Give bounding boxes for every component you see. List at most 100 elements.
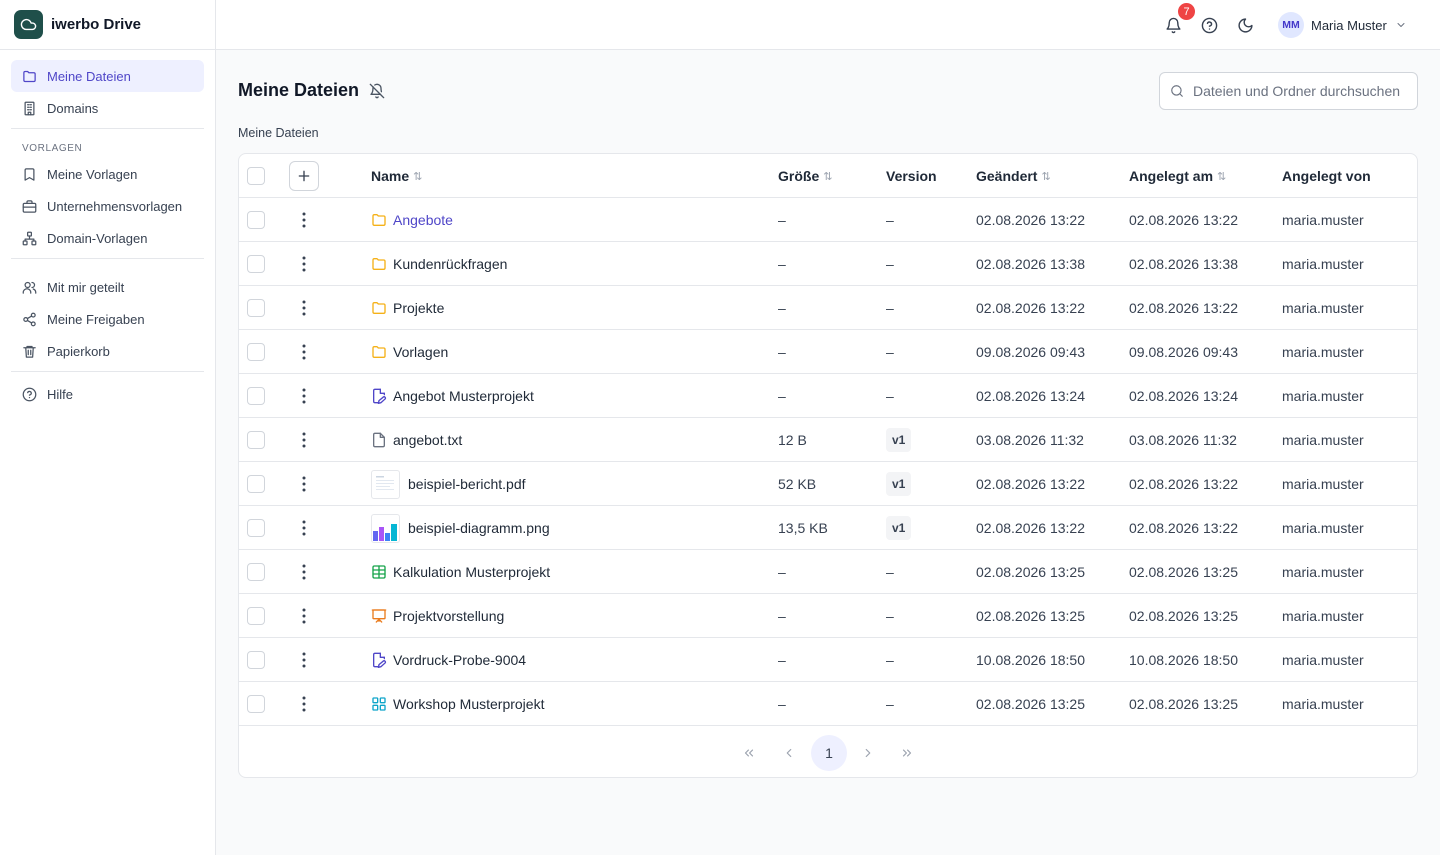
column-header-name[interactable]: Name ⇅ [371,154,422,198]
more-vertical-icon[interactable] [297,343,311,361]
previous-page-icon[interactable] [771,735,807,771]
table-row[interactable]: beispiel-bericht.pdf 52 KB v1 02.08.2026 13… [239,462,1417,506]
file-name-link[interactable]: Projekte [371,300,444,316]
row-checkbox[interactable] [247,255,265,273]
row-checkbox[interactable] [247,387,265,405]
file-name: Vorlagen [393,344,449,360]
table-row[interactable]: Workshop Musterprojekt – – 02.08.2026 13:25… [239,682,1417,726]
users-icon [21,279,37,295]
cloud-logo-icon [14,10,43,39]
sidebar-item-label: Meine Dateien [47,68,131,84]
file-name-link[interactable]: Angebote [371,212,453,228]
sidebar-item-meine-dateien[interactable]: Meine Dateien [11,60,204,92]
table-row[interactable]: Kalkulation Musterprojekt – – 02.08.2026 13… [239,550,1417,594]
file-name-link[interactable]: Vordruck-Probe-9004 [371,652,526,668]
page-button-current[interactable]: 1 [811,735,847,771]
row-checkbox[interactable] [247,343,265,361]
table-row[interactable]: Kundenrückfragen – – 02.08.2026 13:38 02.08.… [239,242,1417,286]
table-row[interactable]: Vorlagen – – 09.08.2026 09:43 09.08.2026 09:… [239,330,1417,374]
changed-date: 09.08.2026 09:43 [976,344,1085,360]
more-vertical-icon[interactable] [297,387,311,405]
file-name-link[interactable]: Projektvorstellung [371,608,504,624]
file-size: – [778,696,786,712]
creator-name: maria.muster [1282,608,1364,624]
sidebar-item-meine-freigaben[interactable]: Meine Freigaben [11,303,204,335]
table-row[interactable]: beispiel-diagramm.png 13,5 KB v1 02.08.2026… [239,506,1417,550]
file-size: – [778,388,786,404]
created-date: 02.08.2026 13:22 [1129,476,1238,492]
table-row[interactable]: Projektvorstellung – – 02.08.2026 13:25 02.0… [239,594,1417,638]
row-checkbox[interactable] [247,211,265,229]
version-value: – [886,212,894,228]
bell-off-icon[interactable] [369,83,385,99]
row-checkbox[interactable] [247,607,265,625]
file-name-link[interactable]: Angebot Musterprojekt [371,388,534,404]
more-vertical-icon[interactable] [297,519,311,537]
file-name-link[interactable]: beispiel-bericht.pdf [371,469,526,499]
more-vertical-icon[interactable] [297,211,311,229]
more-vertical-icon[interactable] [297,431,311,449]
next-page-icon[interactable] [850,735,886,771]
search-box[interactable] [1159,72,1418,110]
changed-date: 02.08.2026 13:22 [976,520,1085,536]
brand[interactable]: iwerbo Drive [0,0,215,50]
creator-name: maria.muster [1282,520,1364,536]
sidebar-item-domains[interactable]: Domains [11,92,204,124]
row-checkbox[interactable] [247,519,265,537]
search-input[interactable] [1193,83,1417,99]
file-name-link[interactable]: Kalkulation Musterprojekt [371,564,550,580]
add-button[interactable] [289,161,319,191]
table-row[interactable]: Angebot Musterprojekt – – 02.08.2026 13:24 0… [239,374,1417,418]
more-vertical-icon[interactable] [297,475,311,493]
last-page-icon[interactable] [889,735,925,771]
column-header-size[interactable]: Größe ⇅ [778,154,832,198]
file-name-link[interactable]: Vorlagen [371,344,448,360]
file-name-link[interactable]: angebot.txt [371,432,462,448]
row-checkbox[interactable] [247,299,265,317]
sidebar-item-label: Hilfe [47,386,74,402]
file-size: – [778,608,786,624]
user-name: Maria Muster [1311,17,1387,33]
sidebar-item-unternehmensvorlagen[interactable]: Unternehmensvorlagen [11,190,204,222]
more-vertical-icon[interactable] [297,299,311,317]
creator-name: maria.muster [1282,476,1364,492]
row-checkbox[interactable] [247,431,265,449]
first-page-icon[interactable] [731,735,767,771]
more-vertical-icon[interactable] [297,651,311,669]
sidebar-item-mit-mir-geteilt[interactable]: Mit mir geteilt [11,271,204,303]
plus-icon [298,170,310,182]
more-vertical-icon[interactable] [297,563,311,581]
file-name-link[interactable]: Workshop Musterprojekt [371,696,544,712]
table-row[interactable]: Angebote – – 02.08.2026 13:22 02.08.2026 13:… [239,198,1417,242]
column-creator-label: Angelegt von [1282,168,1371,184]
board-layout-icon [371,696,387,712]
file-name: Angebot Musterprojekt [393,388,534,404]
file-name: Kundenrückfragen [393,256,508,272]
sidebar-item-papierkorb[interactable]: Papierkorb [11,335,204,367]
user-menu[interactable]: MM Maria Muster [1278,12,1407,38]
row-checkbox[interactable] [247,651,265,669]
app-name: iwerbo Drive [51,16,142,33]
building-icon [21,100,37,116]
column-header-created[interactable]: Angelegt am ⇅ [1129,154,1226,198]
more-vertical-icon[interactable] [297,695,311,713]
sidebar-item-hilfe[interactable]: Hilfe [11,378,204,410]
select-all-checkbox[interactable] [247,167,265,185]
more-vertical-icon[interactable] [297,255,311,273]
table-row[interactable]: angebot.txt 12 B v1 03.08.2026 11:32 03.08.2… [239,418,1417,462]
table-row[interactable]: Vordruck-Probe-9004 – – 10.08.2026 18:50 10.… [239,638,1417,682]
created-date: 02.08.2026 13:22 [1129,300,1238,316]
sidebar-item-domain-vorlagen[interactable]: Domain-Vorlagen [11,222,204,254]
moon-dark-mode-icon[interactable] [1235,15,1255,35]
file-name-link[interactable]: beispiel-diagramm.png [371,513,550,543]
row-checkbox[interactable] [247,475,265,493]
more-vertical-icon[interactable] [297,607,311,625]
row-checkbox[interactable] [247,695,265,713]
row-checkbox[interactable] [247,563,265,581]
file-name-link[interactable]: Kundenrückfragen [371,256,507,272]
sidebar-item-meine-vorlagen[interactable]: Meine Vorlagen [11,158,204,190]
table-row[interactable]: Projekte – – 02.08.2026 13:22 02.08.2026 13:… [239,286,1417,330]
changed-date: 02.08.2026 13:22 [976,476,1085,492]
help-circle-icon[interactable] [1199,15,1219,35]
column-header-changed[interactable]: Geändert ⇅ [976,154,1051,198]
